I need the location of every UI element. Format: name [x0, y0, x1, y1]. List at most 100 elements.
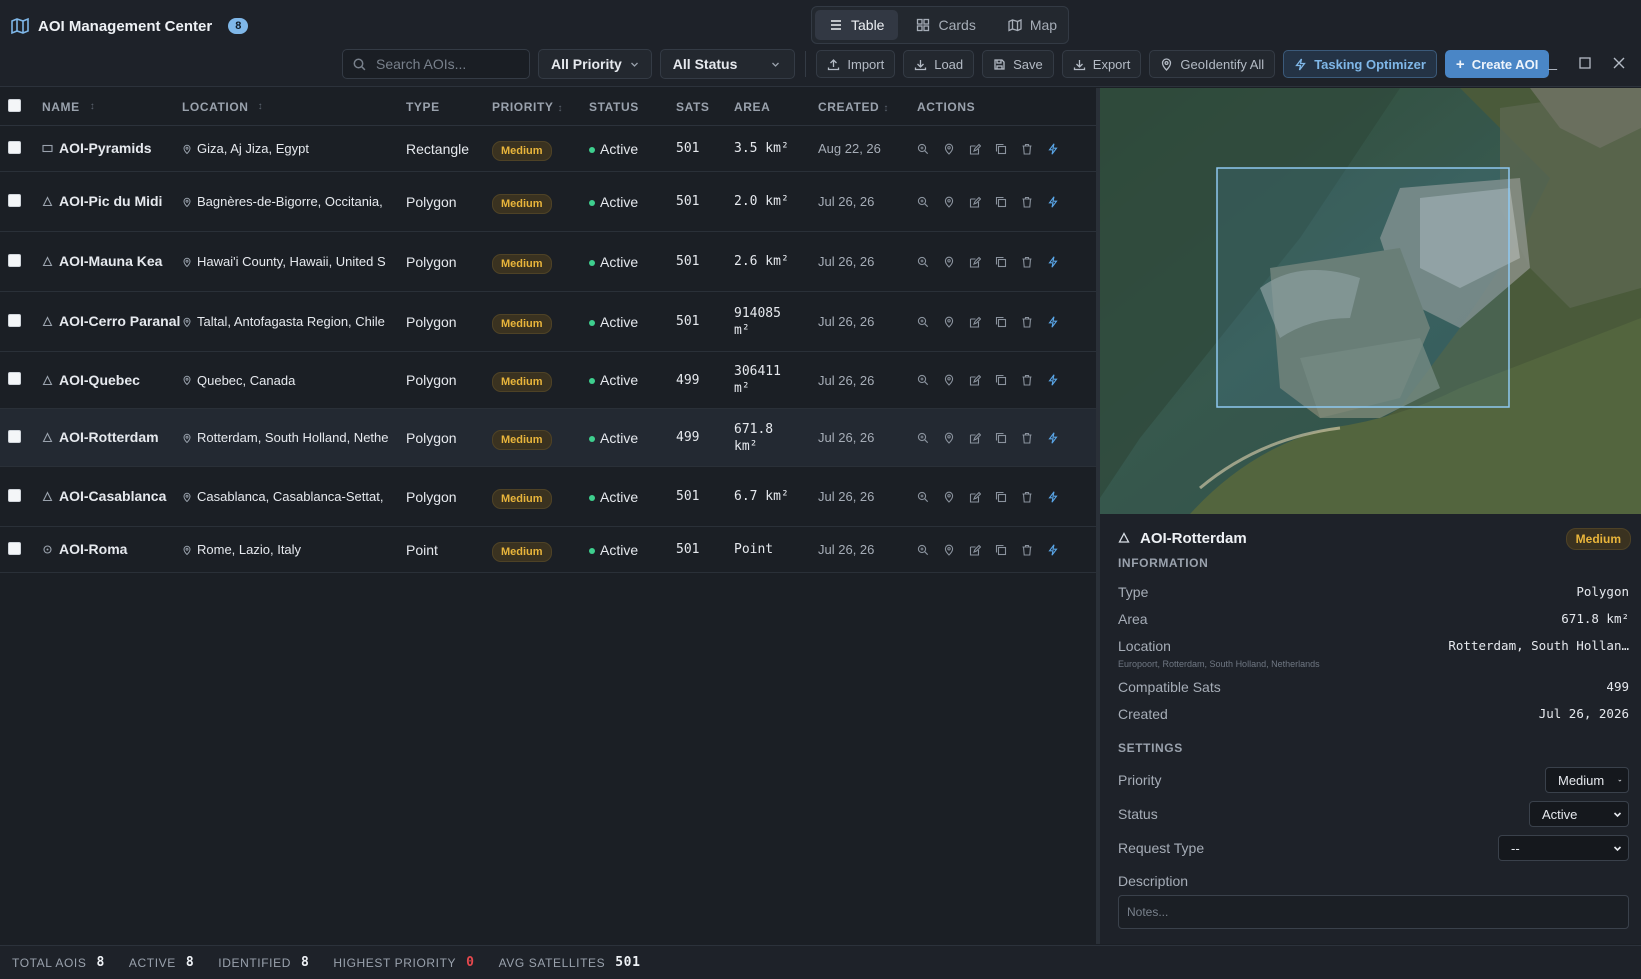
zoom-icon[interactable]	[917, 374, 929, 386]
row-checkbox[interactable]	[8, 193, 21, 207]
header-location[interactable]: LOCATION ↕	[182, 100, 406, 114]
zoom-icon[interactable]	[917, 316, 929, 328]
duplicate-icon[interactable]	[995, 316, 1007, 328]
header-created[interactable]: CREATED ↕	[818, 100, 917, 114]
edit-icon[interactable]	[969, 196, 981, 208]
edit-icon[interactable]	[969, 143, 981, 155]
trash-icon[interactable]	[1021, 196, 1033, 208]
trash-icon[interactable]	[1021, 256, 1033, 268]
description-textarea[interactable]	[1127, 896, 1620, 928]
row-name-cell[interactable]: AOI-Mauna Kea	[42, 252, 182, 271]
row-name-cell[interactable]: AOI-Rotterdam	[42, 428, 182, 447]
description-box	[1118, 895, 1629, 929]
duplicate-icon[interactable]	[995, 143, 1007, 155]
import-button[interactable]: Import	[816, 50, 896, 78]
table-row[interactable]: AOI-Cerro Paranal Taltal, Antofagasta Re…	[0, 292, 1096, 352]
status-select[interactable]: Active	[1529, 801, 1629, 827]
header-name[interactable]: NAME ↕	[42, 100, 182, 114]
trash-icon[interactable]	[1021, 544, 1033, 556]
lightning-icon[interactable]	[1047, 142, 1059, 155]
duplicate-icon[interactable]	[995, 374, 1007, 386]
row-checkbox[interactable]	[8, 140, 21, 154]
trash-icon[interactable]	[1021, 491, 1033, 503]
pin-icon[interactable]	[943, 316, 955, 328]
zoom-icon[interactable]	[917, 143, 929, 155]
table-row[interactable]: AOI-Pic du Midi Bagnères-de-Bigorre, Occ…	[0, 172, 1096, 232]
lightning-icon[interactable]	[1047, 195, 1059, 208]
trash-icon[interactable]	[1021, 374, 1033, 386]
zoom-icon[interactable]	[917, 491, 929, 503]
table-row[interactable]: AOI-Roma Rome, Lazio, Italy Point Medium…	[0, 527, 1096, 573]
row-location-cell: Rome, Lazio, Italy	[182, 542, 406, 557]
duplicate-icon[interactable]	[995, 491, 1007, 503]
row-name-cell[interactable]: AOI-Casablanca	[42, 487, 182, 506]
table-row[interactable]: AOI-Quebec Quebec, Canada Polygon Medium…	[0, 352, 1096, 409]
trash-icon[interactable]	[1021, 432, 1033, 444]
tab-map[interactable]: Map	[994, 10, 1071, 40]
lightning-icon[interactable]	[1047, 255, 1059, 268]
table-row[interactable]: AOI-Casablanca Casablanca, Casablanca-Se…	[0, 467, 1096, 527]
table-row[interactable]: AOI-Pyramids Giza, Aj Jiza, Egypt Rectan…	[0, 126, 1096, 172]
edit-icon[interactable]	[969, 256, 981, 268]
status-filter-dropdown[interactable]: All Status	[659, 49, 796, 79]
search-input[interactable]	[376, 56, 516, 72]
row-name-cell[interactable]: AOI-Cerro Paranal	[42, 312, 182, 331]
map-preview[interactable]	[1100, 88, 1641, 514]
table-row[interactable]: AOI-Rotterdam Rotterdam, South Holland, …	[0, 409, 1096, 467]
lightning-icon[interactable]	[1047, 543, 1059, 556]
priority-filter-dropdown[interactable]: All Priority	[538, 49, 652, 79]
trash-icon[interactable]	[1021, 143, 1033, 155]
pin-icon[interactable]	[943, 143, 955, 155]
tasking-optimizer-button[interactable]: Tasking Optimizer	[1283, 50, 1437, 78]
row-checkbox[interactable]	[8, 488, 21, 502]
duplicate-icon[interactable]	[995, 544, 1007, 556]
tab-cards[interactable]: Cards	[902, 10, 989, 40]
tab-table[interactable]: Table	[815, 10, 899, 40]
geoidentify-all-button[interactable]: GeoIdentify All	[1149, 50, 1276, 78]
table-row[interactable]: AOI-Mauna Kea Hawai'i County, Hawaii, Un…	[0, 232, 1096, 292]
pin-icon[interactable]	[943, 256, 955, 268]
lightning-icon[interactable]	[1047, 490, 1059, 503]
create-aoi-button[interactable]: + Create AOI	[1444, 50, 1550, 78]
trash-icon[interactable]	[1021, 316, 1033, 328]
row-checkbox[interactable]	[8, 313, 21, 327]
edit-icon[interactable]	[969, 374, 981, 386]
row-name-cell[interactable]: AOI-Pyramids	[42, 139, 182, 158]
pin-icon[interactable]	[943, 374, 955, 386]
priority-select[interactable]: Medium	[1545, 767, 1629, 793]
row-checkbox[interactable]	[8, 372, 21, 385]
row-name-cell[interactable]: AOI-Quebec	[42, 371, 182, 390]
minimize-icon[interactable]: _	[1549, 54, 1557, 71]
zoom-icon[interactable]	[917, 256, 929, 268]
export-button[interactable]: Export	[1061, 50, 1142, 78]
row-checkbox[interactable]	[8, 253, 21, 267]
pin-icon[interactable]	[943, 196, 955, 208]
row-checkbox[interactable]	[8, 541, 21, 555]
save-button[interactable]: Save	[982, 50, 1054, 78]
duplicate-icon[interactable]	[995, 256, 1007, 268]
row-name-cell[interactable]: AOI-Pic du Midi	[42, 192, 182, 211]
edit-icon[interactable]	[969, 432, 981, 444]
pin-icon[interactable]	[943, 544, 955, 556]
zoom-icon[interactable]	[917, 432, 929, 444]
lightning-icon[interactable]	[1047, 374, 1059, 386]
edit-icon[interactable]	[969, 491, 981, 503]
row-name-cell[interactable]: AOI-Roma	[42, 540, 182, 559]
zoom-icon[interactable]	[917, 196, 929, 208]
edit-icon[interactable]	[969, 316, 981, 328]
zoom-icon[interactable]	[917, 544, 929, 556]
select-all-checkbox[interactable]	[8, 98, 21, 112]
duplicate-icon[interactable]	[995, 432, 1007, 444]
load-button[interactable]: Load	[903, 50, 975, 78]
pin-icon[interactable]	[943, 432, 955, 444]
request-type-select[interactable]: --	[1498, 835, 1629, 861]
lightning-icon[interactable]	[1047, 431, 1059, 444]
lightning-icon[interactable]	[1047, 315, 1059, 328]
close-icon[interactable]	[1613, 57, 1625, 69]
duplicate-icon[interactable]	[995, 196, 1007, 208]
maximize-icon[interactable]	[1579, 57, 1591, 69]
row-checkbox[interactable]	[8, 429, 21, 443]
pin-icon[interactable]	[943, 491, 955, 503]
edit-icon[interactable]	[969, 544, 981, 556]
header-priority[interactable]: PRIORITY ↕	[492, 100, 589, 114]
